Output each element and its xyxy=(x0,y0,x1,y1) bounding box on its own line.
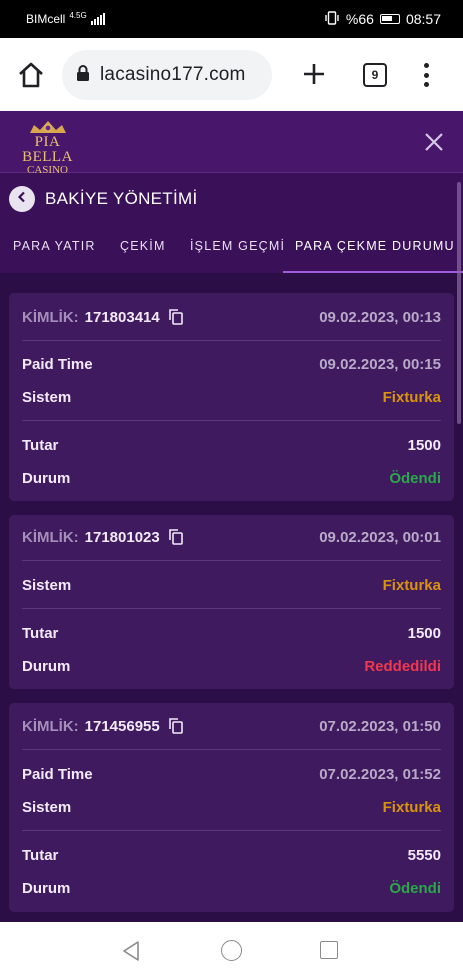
id-label: KİMLİK: xyxy=(22,717,79,735)
system-value: Fixturka xyxy=(382,798,441,816)
copy-icon[interactable] xyxy=(168,718,183,734)
status-value: Ödendi xyxy=(389,879,441,897)
address-bar[interactable]: lacasino177.com xyxy=(62,50,272,100)
nav-back-icon[interactable] xyxy=(121,940,141,967)
balance-management-header: BAKİYE YÖNETİMİ PARA YATIR ÇEKİM İŞLEM G… xyxy=(0,173,463,273)
request-date: 09.02.2023, 00:13 xyxy=(319,308,441,326)
tab-withdraw[interactable]: ÇEKİM xyxy=(120,239,166,253)
more-menu-icon[interactable] xyxy=(417,61,435,89)
divider xyxy=(22,560,441,561)
amount-label: Tutar xyxy=(22,624,59,642)
clock: 08:57 xyxy=(405,11,441,27)
divider xyxy=(22,608,441,609)
copy-icon[interactable] xyxy=(168,529,183,545)
tab-transaction-history[interactable]: İŞLEM GEÇMİ xyxy=(190,239,285,253)
carrier-name: BIMcell xyxy=(26,12,66,26)
system-value: Fixturka xyxy=(382,388,441,406)
system-label: Sistem xyxy=(22,388,72,406)
site-header: PIA BELLA CASINO xyxy=(0,111,463,176)
system-label: Sistem xyxy=(22,798,72,816)
amount-value: 1500 xyxy=(407,624,441,642)
status-bar: BIMcell 4.5G %66 08:57 xyxy=(0,0,463,38)
home-icon[interactable] xyxy=(16,60,46,90)
withdrawal-card: KİMLİK: 171803414 09.02.2023, 00:13 Paid… xyxy=(9,293,454,501)
paid-time-label: Paid Time xyxy=(22,355,93,373)
logo-name: PIA BELLA xyxy=(22,134,73,165)
status-value: Ödendi xyxy=(389,469,441,487)
battery-text: %66 xyxy=(345,11,374,27)
status-label: Durum xyxy=(22,879,71,897)
lock-icon xyxy=(76,64,90,87)
amount-value: 5550 xyxy=(407,846,441,864)
divider xyxy=(22,830,441,831)
system-navigation-bar xyxy=(0,922,463,978)
browser-toolbar: lacasino177.com 9 xyxy=(0,38,463,111)
id-label: KİMLİK: xyxy=(22,528,79,546)
tab-deposit[interactable]: PARA YATIR xyxy=(13,239,96,253)
signal-icon xyxy=(90,13,105,25)
nav-home-icon[interactable] xyxy=(221,940,242,961)
tab-switcher-button[interactable]: 9 xyxy=(363,63,387,87)
paid-time-label: Paid Time xyxy=(22,765,93,783)
id-label: KİMLİK: xyxy=(22,308,79,326)
withdrawal-list: KİMLİK: 171803414 09.02.2023, 00:13 Paid… xyxy=(0,273,463,922)
vibrate-icon xyxy=(324,10,340,28)
amount-label: Tutar xyxy=(22,846,59,864)
paid-time-value: 09.02.2023, 00:15 xyxy=(319,355,441,373)
paid-time-value: 07.02.2023, 01:52 xyxy=(319,765,441,783)
network-type: 4.5G xyxy=(69,10,87,20)
url-text: lacasino177.com xyxy=(100,64,246,85)
request-date: 09.02.2023, 00:01 xyxy=(319,528,441,546)
status-value: Reddedildi xyxy=(364,657,441,675)
withdrawal-card: KİMLİK: 171801023 09.02.2023, 00:01 Sist… xyxy=(9,515,454,689)
divider xyxy=(22,420,441,421)
withdrawal-id: 171801023 xyxy=(84,528,160,546)
battery-icon xyxy=(379,14,400,24)
tab-withdrawal-status[interactable]: PARA ÇEKME DURUMU xyxy=(295,239,455,253)
page-title: BAKİYE YÖNETİMİ xyxy=(45,189,198,208)
divider xyxy=(22,749,441,750)
copy-icon[interactable] xyxy=(168,309,183,325)
status-label: Durum xyxy=(22,469,71,487)
close-icon[interactable] xyxy=(423,131,445,153)
amount-value: 1500 xyxy=(407,436,441,454)
withdrawal-card: KİMLİK: 171456955 07.02.2023, 01:50 Paid… xyxy=(9,703,454,912)
request-date: 07.02.2023, 01:50 xyxy=(319,717,441,735)
new-tab-icon[interactable] xyxy=(300,60,328,88)
tab-bar: PARA YATIR ÇEKİM İŞLEM GEÇMİ PARA ÇEKME … xyxy=(0,229,463,273)
chevron-left-icon xyxy=(16,190,28,208)
amount-label: Tutar xyxy=(22,436,59,454)
divider xyxy=(22,340,441,341)
withdrawal-id: 171803414 xyxy=(84,308,160,326)
system-value: Fixturka xyxy=(382,576,441,594)
status-label: Durum xyxy=(22,657,71,675)
back-button[interactable] xyxy=(9,186,35,212)
site-logo[interactable]: PIA BELLA CASINO xyxy=(10,119,85,176)
crown-icon xyxy=(10,119,85,135)
nav-recents-icon[interactable] xyxy=(320,941,338,959)
withdrawal-id: 171456955 xyxy=(84,717,160,735)
system-label: Sistem xyxy=(22,576,72,594)
